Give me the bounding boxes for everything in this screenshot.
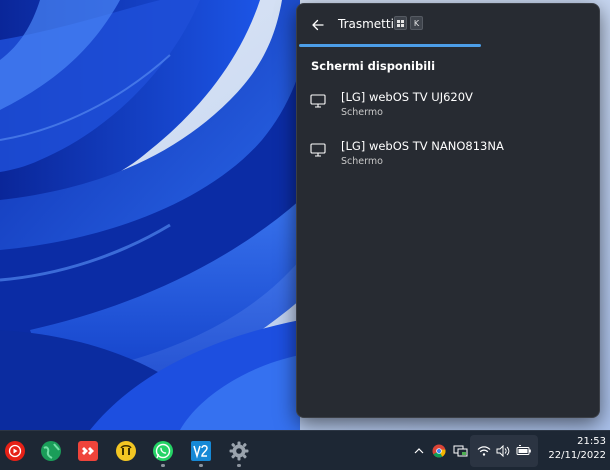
- taskbar: 21:53 22/11/2022: [0, 430, 610, 470]
- scanning-progress-bar: [297, 44, 599, 47]
- running-indicator: [199, 464, 203, 467]
- volume-icon: [495, 443, 511, 459]
- k-key-badge: K: [410, 16, 423, 30]
- device-name: [LG] webOS TV NANO813NA: [341, 139, 504, 153]
- back-button[interactable]: [307, 14, 329, 36]
- network-monitor-icon[interactable]: [452, 443, 468, 459]
- whatsapp-icon[interactable]: [152, 440, 174, 462]
- cast-panel: Trasmetti K Schermi disponibili [LG] web…: [296, 3, 600, 418]
- settings-gear-icon[interactable]: [228, 440, 250, 462]
- device-type: Schermo: [341, 156, 383, 167]
- windows-logo-icon: [397, 19, 404, 27]
- panel-header: Trasmetti K: [297, 4, 599, 44]
- device-item-nano813na[interactable]: [LG] webOS TV NANO813NA Schermo: [297, 137, 599, 181]
- scanning-progress-fill: [299, 44, 481, 47]
- device-item-uj620v[interactable]: [LG] webOS TV UJ620V Schermo: [297, 88, 599, 132]
- yellow-app-icon[interactable]: [115, 440, 137, 462]
- running-indicator: [237, 464, 241, 467]
- panel-title: Trasmetti: [338, 17, 394, 31]
- youtube-music-icon[interactable]: [4, 440, 26, 462]
- device-name: [LG] webOS TV UJ620V: [341, 90, 473, 104]
- globe-browser-icon[interactable]: [40, 440, 62, 462]
- system-clock[interactable]: 21:53 22/11/2022: [544, 436, 606, 461]
- monitor-icon: [310, 94, 326, 108]
- clock-date: 22/11/2022: [548, 450, 606, 461]
- quick-settings-button[interactable]: [470, 435, 538, 467]
- available-displays-heading: Schermi disponibili: [311, 59, 436, 73]
- back-arrow-icon: [312, 19, 324, 31]
- wifi-icon: [476, 443, 492, 459]
- clock-time: 21:53: [577, 436, 606, 447]
- running-indicator: [161, 464, 165, 467]
- v2-app-icon[interactable]: [190, 440, 212, 462]
- battery-icon: [516, 443, 532, 459]
- anydesk-icon[interactable]: [77, 440, 99, 462]
- monitor-icon: [310, 143, 326, 157]
- chevron-up-icon[interactable]: [411, 443, 427, 459]
- chrome-icon[interactable]: [431, 443, 447, 459]
- windows-key-badge: [394, 16, 407, 30]
- device-type: Schermo: [341, 107, 383, 118]
